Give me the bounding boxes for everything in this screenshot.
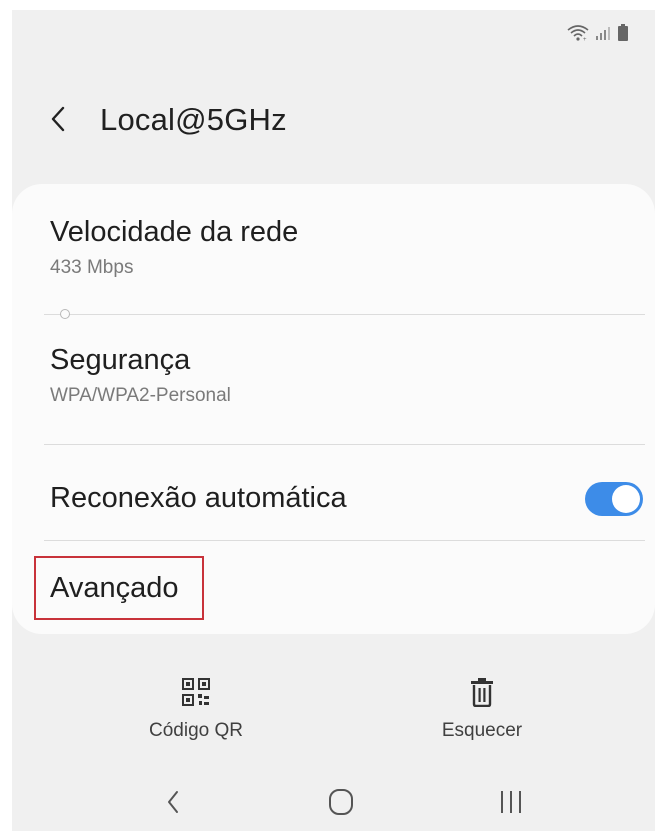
network-details-card: Velocidade da rede 433 Mbps Segurança WP… — [12, 184, 655, 634]
forget-label: Esquecer — [441, 720, 523, 741]
security-value: WPA/WPA2-Personal — [50, 385, 231, 406]
wifi-network-details-screen: + Local@5GHz Velocidade da rede 433 Mbps… — [12, 10, 655, 831]
advanced-button[interactable]: Avançado — [34, 556, 204, 620]
back-button[interactable] — [46, 104, 70, 134]
nav-back-button[interactable] — [148, 782, 198, 822]
divider — [44, 314, 645, 315]
speed-indicator-knob — [60, 309, 70, 319]
security-label: Segurança — [50, 344, 191, 376]
forget-button[interactable]: Esquecer — [412, 674, 552, 742]
qr-code-button[interactable]: Código QR — [126, 674, 266, 742]
svg-text:+: + — [583, 37, 587, 41]
divider — [44, 444, 645, 445]
security-row: Segurança WPA/WPA2-Personal — [50, 344, 635, 407]
advanced-label: Avançado — [50, 571, 179, 604]
divider — [44, 540, 645, 541]
page-title: Local@5GHz — [100, 102, 287, 137]
header: Local@5GHz — [12, 94, 655, 144]
qr-code-icon — [182, 678, 210, 706]
bottom-actions: Código QR Esquecer — [12, 674, 655, 754]
network-speed-row: Velocidade da rede 433 Mbps — [50, 216, 635, 279]
chevron-left-icon — [51, 106, 65, 132]
nav-home-button[interactable] — [316, 782, 366, 822]
navigation-bar — [12, 776, 655, 826]
status-bar: + — [567, 24, 629, 42]
battery-icon — [617, 24, 629, 42]
network-speed-label: Velocidade da rede — [50, 216, 299, 248]
wifi-icon: + — [567, 25, 589, 41]
nav-recents-icon — [501, 791, 521, 813]
auto-reconnect-toggle[interactable] — [585, 482, 643, 516]
nav-home-icon — [329, 789, 353, 815]
network-speed-value: 433 Mbps — [50, 257, 134, 278]
auto-reconnect-label: Reconexão automática — [50, 481, 347, 514]
qr-code-label: Código QR — [149, 720, 243, 741]
nav-back-icon — [168, 791, 178, 813]
trash-icon — [471, 678, 493, 707]
nav-recents-button[interactable] — [486, 782, 536, 822]
toggle-thumb — [612, 485, 640, 513]
auto-reconnect-row[interactable]: Reconexão automática — [50, 476, 635, 520]
signal-icon — [595, 25, 611, 41]
